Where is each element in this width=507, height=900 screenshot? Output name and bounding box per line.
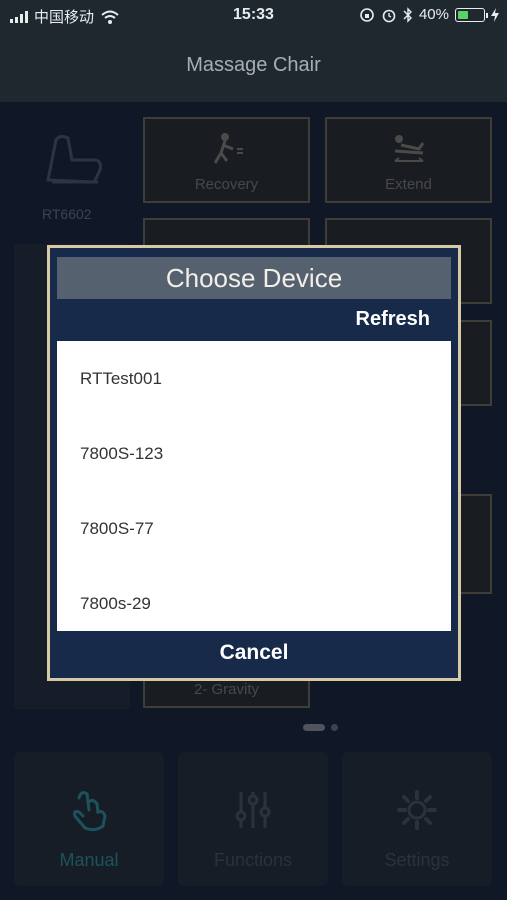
device-list-item[interactable]: RTTest001 <box>57 341 451 416</box>
status-right: 40% <box>359 6 499 23</box>
device-list-item[interactable]: 7800S-123 <box>57 416 451 491</box>
status-bar: 中国移动 15:33 40% <box>0 0 507 30</box>
orientation-lock-icon <box>360 7 374 22</box>
charging-icon <box>491 7 499 22</box>
battery-percent: 40% <box>418 6 449 23</box>
choose-device-dialog: Choose Device Refresh RTTest001 7800S-12… <box>47 245 461 681</box>
bluetooth-icon <box>403 6 412 23</box>
page-title: Massage Chair <box>186 54 321 76</box>
cancel-button[interactable]: Cancel <box>50 641 458 665</box>
device-list: RTTest001 7800S-123 7800S-77 7800s-29 <box>57 341 451 631</box>
refresh-button[interactable]: Refresh <box>356 308 430 331</box>
alarm-icon <box>382 9 396 22</box>
battery-icon <box>455 7 488 22</box>
dialog-title: Choose Device <box>57 257 451 299</box>
device-list-item[interactable]: 7800S-77 <box>57 491 451 566</box>
device-list-item[interactable]: 7800s-29 <box>57 566 451 641</box>
app-header: Massage Chair <box>0 30 507 102</box>
